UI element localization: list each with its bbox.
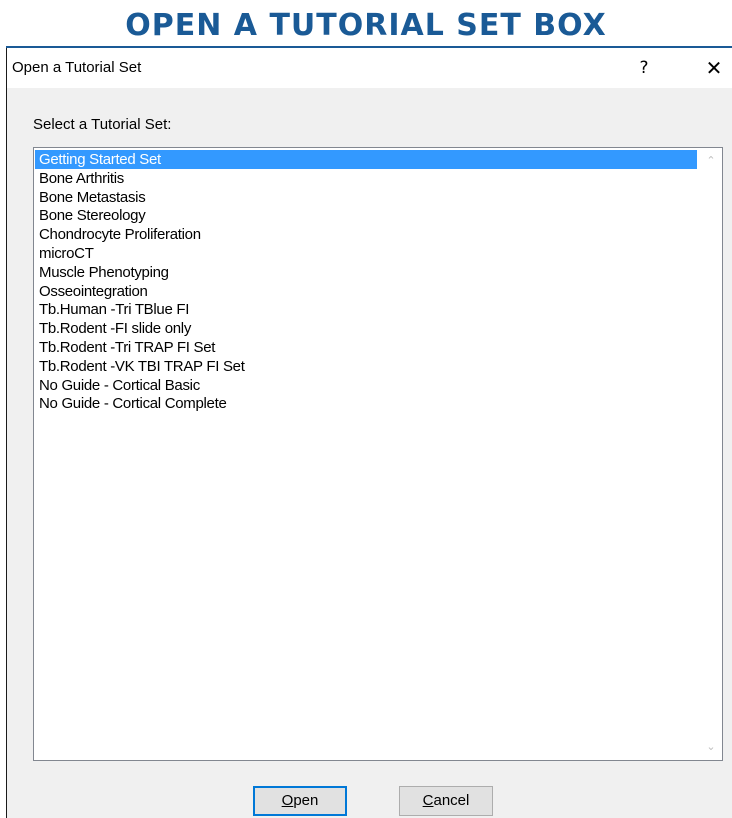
cancel-button-mnemonic: C <box>422 792 434 809</box>
list-item[interactable]: Osseointegration <box>35 282 697 301</box>
chevron-down-icon[interactable]: ⌄ <box>700 736 722 758</box>
list-item[interactable]: Bone Arthritis <box>35 169 697 188</box>
list-item[interactable]: No Guide - Cortical Basic <box>35 376 697 395</box>
tutorial-set-listbox[interactable]: Getting Started Set Bone Arthritis Bone Me… <box>33 147 723 761</box>
list-item[interactable]: Tb.Rodent -VK TBI TRAP FI Set <box>35 357 697 376</box>
list-item[interactable]: Tb.Rodent -Tri TRAP FI Set <box>35 338 697 357</box>
tutorial-set-list: Getting Started Set Bone Arthritis Bone Me… <box>35 150 697 413</box>
cancel-button-label: ancel <box>433 792 470 809</box>
list-item[interactable]: No Guide - Cortical Complete <box>35 394 697 413</box>
open-button[interactable]: Open <box>253 786 347 816</box>
list-item[interactable]: Bone Metastasis <box>35 188 697 207</box>
open-button-label: pen <box>293 792 319 809</box>
open-button-mnemonic: O <box>281 792 294 809</box>
cancel-button[interactable]: Cancel <box>399 786 493 816</box>
chevron-up-icon[interactable]: ⌃ <box>700 150 722 172</box>
list-item[interactable]: Muscle Phenotyping <box>35 263 697 282</box>
help-icon[interactable]: ? <box>627 53 661 83</box>
dialog-titlebar: Open a Tutorial Set ? ✕ <box>7 48 732 88</box>
close-icon[interactable]: ✕ <box>697 53 731 83</box>
dialog-title: Open a Tutorial Set <box>12 59 142 76</box>
list-item[interactable]: Getting Started Set <box>35 150 697 169</box>
open-tutorial-set-dialog: Open a Tutorial Set ? ✕ Select a Tutoria… <box>6 48 732 818</box>
list-item[interactable]: Chondrocyte Proliferation <box>35 225 697 244</box>
list-item[interactable]: Tb.Human -Tri TBlue FI <box>35 300 697 319</box>
vertical-scrollbar[interactable]: ⌃ ⌄ <box>700 148 722 760</box>
list-item[interactable]: microCT <box>35 244 697 263</box>
list-item[interactable]: Bone Stereology <box>35 206 697 225</box>
select-tutorial-set-label: Select a Tutorial Set: <box>33 116 172 133</box>
page-banner-title: OPEN A TUTORIAL SET BOX <box>125 8 607 43</box>
list-item[interactable]: Tb.Rodent -FI slide only <box>35 319 697 338</box>
